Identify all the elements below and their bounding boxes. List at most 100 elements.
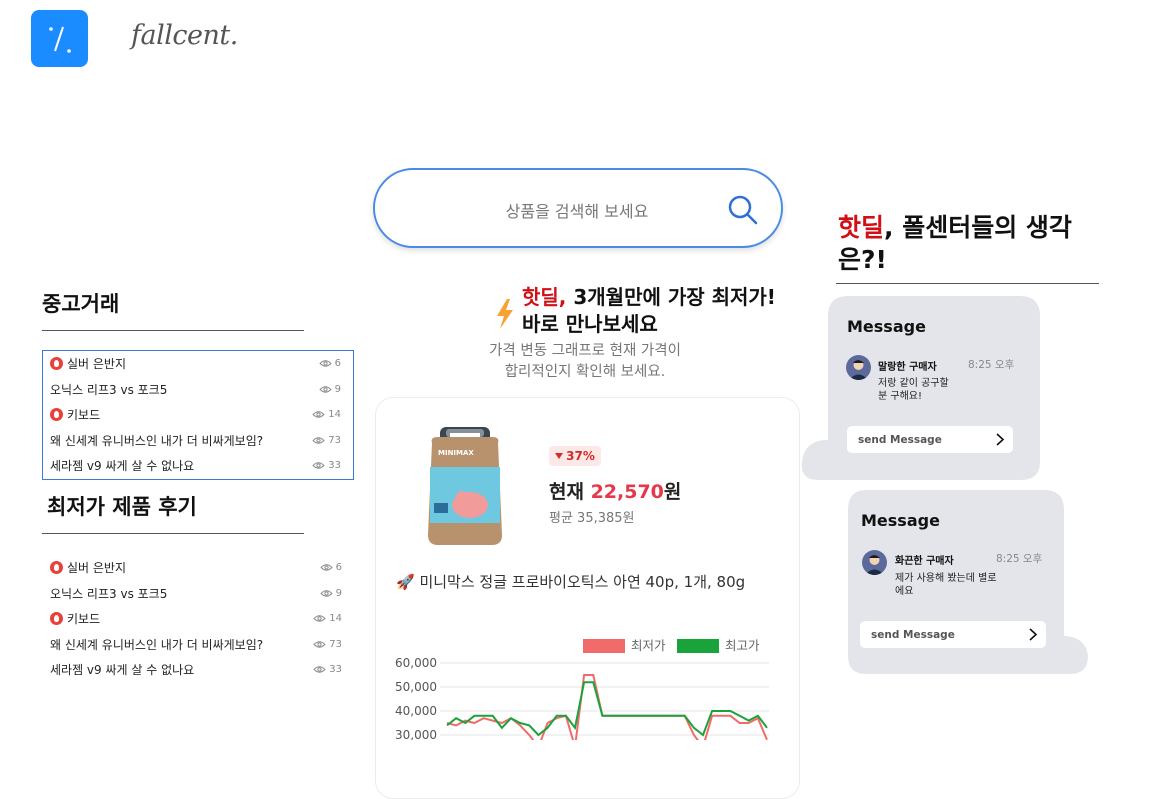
- list-item[interactable]: 키보드 14: [50, 606, 342, 632]
- list-item[interactable]: 키보드 14: [50, 402, 341, 428]
- search-bar[interactable]: [373, 168, 783, 248]
- fire-icon: [50, 408, 63, 422]
- view-count: 6: [319, 358, 341, 369]
- deal-headline-2: 바로 만나보세요: [522, 312, 658, 336]
- chevron-right-icon: [996, 433, 1005, 446]
- eye-icon: [313, 641, 326, 648]
- eye-icon: [319, 386, 332, 393]
- view-count-value: 14: [328, 409, 341, 421]
- list-item-label: 실버 은반지: [67, 561, 127, 576]
- view-count-value: 33: [328, 460, 341, 472]
- list-item[interactable]: 실버 은반지 6: [50, 555, 342, 581]
- list-item-label: 키보드: [67, 612, 101, 627]
- view-count: 14: [313, 613, 342, 624]
- eye-icon: [312, 437, 325, 444]
- divider: [42, 330, 304, 331]
- legend-label: 최저가: [631, 638, 666, 653]
- average-price: 평균 35,385원: [549, 511, 635, 526]
- used-trade-list: 실버 은반지 6 오닉스 리프3 vs 포크5 9 키보드 14 왜 신세계 유니버스인 내…: [42, 350, 354, 480]
- view-count: 33: [312, 460, 341, 471]
- deal-headline: 핫딜, 3개월만에 가장 최저가! 바로 만나보세요: [522, 284, 776, 338]
- y-tick-label: 60,000: [395, 656, 437, 670]
- legend-label: 최고가: [725, 638, 760, 653]
- message-title: Message: [861, 511, 940, 530]
- reviews-list: 실버 은반지 6 오닉스 리프3 vs 포크5 9 키보드 14 왜 신세계 유니버스인 내…: [42, 555, 354, 685]
- fire-icon: [50, 612, 63, 626]
- eye-icon: [312, 462, 325, 469]
- list-item[interactable]: 세라젬 v9 싸게 살 수 없나요 33: [50, 453, 341, 479]
- avatar: [846, 355, 871, 380]
- send-message-label: send Message: [858, 433, 942, 446]
- view-count: 73: [313, 639, 342, 650]
- divider: [836, 283, 1099, 284]
- view-count-value: 73: [329, 638, 342, 650]
- brand-name[interactable]: fallcent.: [131, 20, 238, 51]
- message-title: Message: [847, 317, 926, 336]
- list-item[interactable]: 실버 은반지 6: [50, 351, 341, 377]
- list-item-label: 왜 신세계 유니버스인 내가 더 비싸게보임?: [50, 637, 264, 652]
- view-count: 73: [312, 435, 341, 446]
- eye-icon: [319, 360, 332, 367]
- message-card-1: Message 말랑한 구매자 8:25 오후 저랑 같이 공구할 분 구해요!…: [800, 296, 1042, 482]
- send-message-button[interactable]: send Message: [860, 621, 1046, 648]
- eye-icon: [320, 564, 333, 571]
- view-count: 6: [320, 562, 342, 573]
- fire-icon: [50, 357, 63, 371]
- community-highlight: 핫딜: [838, 213, 885, 242]
- product-name[interactable]: 🚀 미니막스 정글 프로바이오틱스 아연 40p, 1개, 80g: [396, 571, 745, 592]
- message-text: 제가 사용해 봤는데 별로에요: [895, 573, 997, 597]
- list-item[interactable]: 세라젬 v9 싸게 살 수 없나요 33: [50, 657, 342, 683]
- list-item[interactable]: 오닉스 리프3 vs 포크5 9: [50, 377, 341, 403]
- current-label: 현재: [549, 481, 591, 503]
- list-item[interactable]: 왜 신세계 유니버스인 내가 더 비싸게보임? 73: [50, 632, 342, 658]
- legend-swatch: [677, 639, 719, 653]
- view-count-value: 33: [329, 664, 342, 676]
- product-image[interactable]: MINIMAX: [424, 425, 506, 549]
- eye-icon: [313, 615, 326, 622]
- view-count: 9: [320, 588, 342, 599]
- currency: 원: [663, 481, 682, 503]
- chevron-right-icon: [1029, 628, 1038, 641]
- message-card-2: Message 화끈한 구매자 8:25 오후 제가 사용해 봤는데 별로에요 …: [846, 490, 1090, 676]
- deal-highlight: 핫딜,: [522, 285, 567, 309]
- view-count-value: 9: [335, 587, 342, 599]
- search-input[interactable]: [435, 195, 719, 227]
- deal-sub-1: 가격 변동 그래프로 현재 가격이: [489, 343, 681, 359]
- discount-value: 37%: [566, 449, 595, 463]
- y-tick-label: 50,000: [395, 680, 437, 694]
- view-count: 33: [313, 664, 342, 675]
- list-item-label: 오닉스 리프3 vs 포크5: [50, 382, 168, 397]
- message-user: 화끈한 구매자: [895, 556, 954, 567]
- app-logo[interactable]: [31, 10, 88, 67]
- eye-icon: [313, 666, 326, 673]
- list-item-label: 오닉스 리프3 vs 포크5: [50, 586, 168, 601]
- message-time: 8:25 오후: [968, 359, 1015, 371]
- legend-swatch: [583, 639, 625, 653]
- eye-icon: [312, 411, 325, 418]
- discount-badge: 37%: [549, 446, 601, 466]
- list-item[interactable]: 왜 신세계 유니버스인 내가 더 비싸게보임? 73: [50, 428, 341, 454]
- logo-mark-icon: [49, 26, 71, 53]
- used-trade-title: 중고거래: [42, 292, 120, 316]
- deal-sub-2: 합리적인지 확인해 보세요.: [504, 364, 666, 380]
- list-item[interactable]: 오닉스 리프3 vs 포크5 9: [50, 581, 342, 607]
- message-user: 말랑한 구매자: [878, 362, 937, 373]
- divider: [42, 533, 304, 534]
- list-item-label: 키보드: [67, 408, 101, 423]
- view-count-value: 9: [334, 383, 341, 395]
- list-item-label: 세라젬 v9 싸게 살 수 없나요: [50, 663, 195, 678]
- view-count-value: 6: [335, 562, 342, 574]
- svg-text:MINIMAX: MINIMAX: [438, 449, 474, 457]
- list-item-label: 실버 은반지: [67, 357, 127, 372]
- series-line-low: [446, 674, 768, 740]
- list-item-label: 왜 신세계 유니버스인 내가 더 비싸게보임?: [50, 433, 264, 448]
- message-time: 8:25 오후: [996, 553, 1043, 565]
- search-icon[interactable]: [727, 194, 759, 226]
- current-price: 현재 22,570원: [549, 477, 681, 504]
- send-message-label: send Message: [871, 628, 955, 641]
- send-message-button[interactable]: send Message: [847, 426, 1013, 453]
- lightning-icon: [497, 299, 513, 329]
- fire-icon: [50, 561, 63, 575]
- price-chart: 최저가 최고가 60,000 50,000 40,000 30,000: [395, 638, 769, 740]
- deal-subtitle: 가격 변동 그래프로 현재 가격이 합리적인지 확인해 보세요.: [473, 341, 697, 383]
